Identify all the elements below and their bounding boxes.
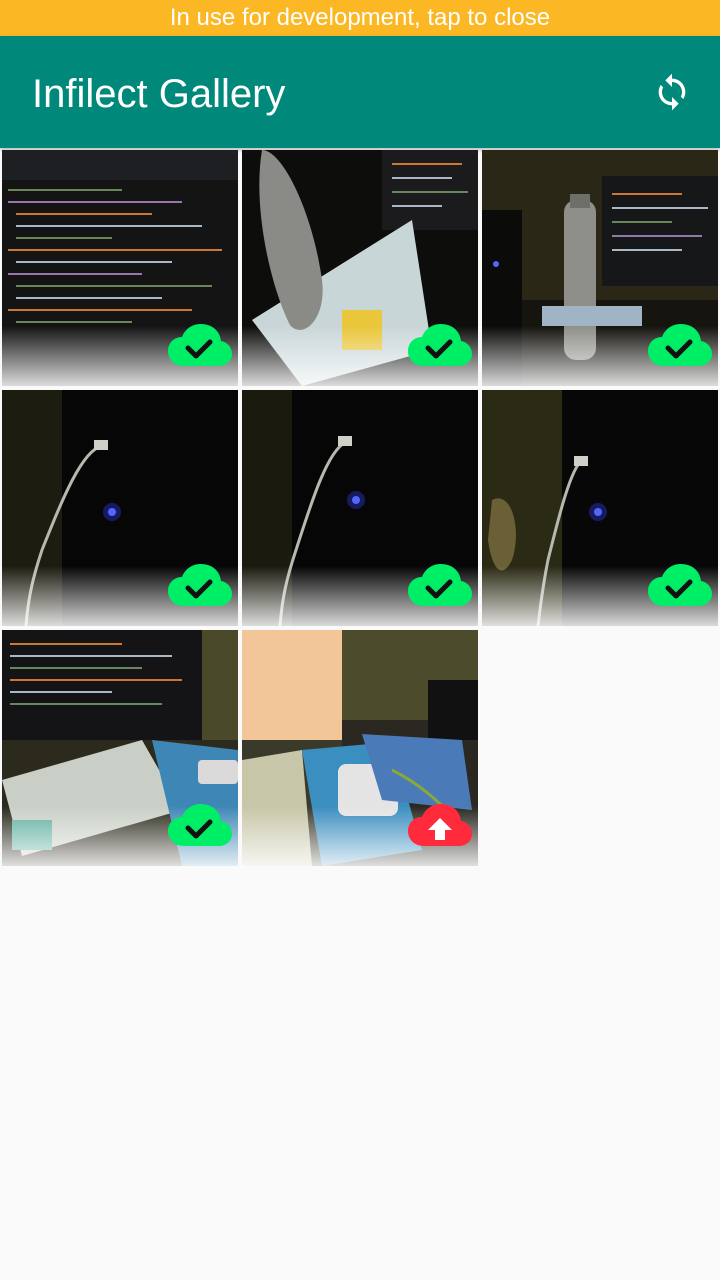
sync-icon <box>658 73 686 111</box>
dev-mode-banner[interactable]: In use for development, tap to close <box>0 0 720 36</box>
cloud-done-icon <box>168 324 232 366</box>
cloud-done-icon <box>408 564 472 606</box>
gallery-image[interactable] <box>2 390 238 626</box>
cloud-upload-icon <box>408 804 472 846</box>
cloud-done-icon <box>168 564 232 606</box>
sync-button[interactable] <box>644 64 700 120</box>
page-title: Infilect Gallery <box>32 72 286 116</box>
app-bar: Infilect Gallery <box>0 36 720 148</box>
gallery-image[interactable] <box>482 390 718 626</box>
gallery-image[interactable] <box>2 150 238 386</box>
image-grid <box>2 150 718 866</box>
cloud-done-icon <box>168 804 232 846</box>
gallery-image[interactable] <box>482 150 718 386</box>
cloud-done-icon <box>648 324 712 366</box>
gallery-image[interactable] <box>242 150 478 386</box>
gallery-image[interactable] <box>242 630 478 866</box>
cloud-done-icon <box>408 324 472 366</box>
gallery-image[interactable] <box>242 390 478 626</box>
gallery-image[interactable] <box>2 630 238 866</box>
cloud-done-icon <box>648 564 712 606</box>
